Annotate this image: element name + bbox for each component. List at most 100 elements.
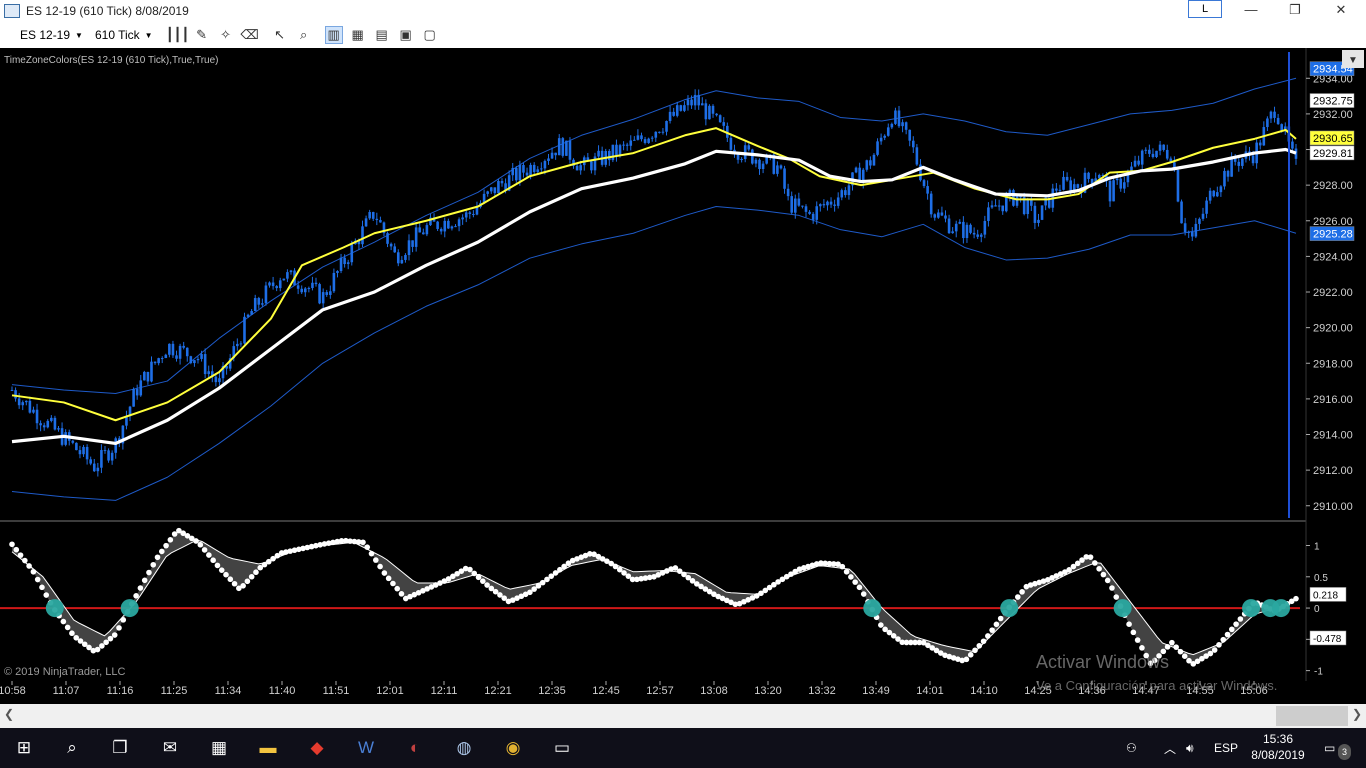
candle-body xyxy=(361,226,364,245)
candle-body xyxy=(182,345,185,348)
candle-body xyxy=(962,221,965,239)
oscillator-dot xyxy=(373,557,379,563)
candle-body xyxy=(700,103,704,106)
language-indicator[interactable]: ESP xyxy=(1214,728,1238,768)
horizontal-scrollbar[interactable]: ❮ ❯ xyxy=(0,704,1366,728)
candle-body xyxy=(915,147,919,165)
chart-trader-icon[interactable]: ▤ xyxy=(373,26,391,44)
store-icon[interactable]: ▦ xyxy=(205,734,233,762)
zoom-icon[interactable]: ⌕ xyxy=(295,26,313,44)
candle-body xyxy=(1015,196,1019,206)
mail-icon[interactable]: ✉ xyxy=(156,734,184,762)
chevron-down-icon: ▼ xyxy=(144,30,153,40)
candle-body xyxy=(14,390,17,399)
candle-body xyxy=(89,459,92,464)
oscillator-dot xyxy=(1109,585,1115,591)
price-chart[interactable]: TimeZoneColors(ES 12-19 (610 Tick),True,… xyxy=(0,48,1366,704)
candle-body xyxy=(464,212,468,218)
oscillator-dot xyxy=(997,615,1004,622)
candle-body xyxy=(554,152,557,156)
indicators-icon[interactable]: ▥ xyxy=(324,26,343,44)
pin-icon[interactable]: ✧ xyxy=(217,26,235,44)
candle-body xyxy=(829,201,833,205)
scrollbar-thumb[interactable] xyxy=(1276,706,1348,726)
layout-button[interactable]: L xyxy=(1188,0,1222,18)
candle-body xyxy=(568,140,572,160)
chevron-down-icon: ▼ xyxy=(1348,55,1358,66)
volume-icon[interactable]: 🔊︎ xyxy=(1186,728,1194,768)
scroll-right-icon[interactable]: ❯ xyxy=(1352,707,1362,721)
zero-cross-marker xyxy=(863,599,882,618)
candle-body xyxy=(368,212,371,219)
scroll-left-icon[interactable]: ❮ xyxy=(4,707,14,721)
oscillator-dot xyxy=(94,646,101,653)
bar-style-icon[interactable]: ┃┃┃ xyxy=(166,26,189,44)
candle-body xyxy=(650,137,654,139)
eraser-icon[interactable]: ⌫ xyxy=(240,26,258,44)
chart-panel[interactable]: TimeZoneColors(ES 12-19 (610 Tick),True,… xyxy=(0,48,1366,704)
candle-body xyxy=(1065,176,1069,181)
price-tick-label: 2922.00 xyxy=(1313,287,1353,299)
minimize-button[interactable]: — xyxy=(1228,0,1274,22)
windows-start-icon[interactable]: ⊞ xyxy=(10,734,38,762)
candle-body xyxy=(400,259,404,264)
candle-body xyxy=(647,138,650,143)
clock[interactable]: 15:36 8/08/2019 xyxy=(1236,731,1320,763)
candle-body xyxy=(883,135,886,138)
word-icon[interactable]: W xyxy=(352,734,380,762)
candle-body xyxy=(393,246,396,253)
candle-body xyxy=(10,389,14,391)
app-stack-icon[interactable]: ▭ xyxy=(548,734,576,762)
notification-icon[interactable]: ▭ xyxy=(1324,728,1335,768)
candle-body xyxy=(729,137,733,150)
oscillator-dot xyxy=(107,635,114,642)
time-tick-label: 14:10 xyxy=(970,685,998,697)
task-view-icon[interactable]: ❐ xyxy=(106,734,134,762)
candle-body xyxy=(39,423,42,426)
pencil-draw-icon[interactable]: ✎ xyxy=(193,26,211,44)
price-marker-label: 2925.28 xyxy=(1313,229,1353,241)
oscillator-dot xyxy=(878,622,884,628)
candle-body xyxy=(793,198,797,213)
paint-icon[interactable]: ◍ xyxy=(450,734,478,762)
ninjatrader-icon[interactable]: ◐ xyxy=(401,734,429,762)
candle-body xyxy=(908,129,912,141)
oscillator-dot xyxy=(120,617,127,623)
oscillator-dot xyxy=(150,561,157,568)
taskbar: ⊞ ⌕ ❐ ✉ ▦ ▬ ◆ W ◐ ◍ ◉ ▭ ⚇ ︿ 🔊︎ ESP 15:36… xyxy=(0,728,1366,768)
search-icon[interactable]: ⌕ xyxy=(58,734,86,762)
interval-selector[interactable]: 610 Tick ▼ xyxy=(95,28,153,42)
candle-body xyxy=(1180,201,1183,224)
snapshot-icon[interactable]: ▣ xyxy=(397,26,415,44)
pdf-reader-icon[interactable]: ◆ xyxy=(303,734,331,762)
close-button[interactable]: ✕ xyxy=(1318,0,1364,22)
candle-body xyxy=(761,163,765,170)
people-icon[interactable]: ⚇ xyxy=(1126,728,1137,768)
interval-label: 610 Tick xyxy=(94,28,140,42)
candle-body xyxy=(844,190,847,196)
tray-chevron-up-icon[interactable]: ︿ xyxy=(1164,728,1176,768)
strategies-icon[interactable]: ▦ xyxy=(349,26,367,44)
chrome-icon[interactable]: ◉ xyxy=(499,734,527,762)
candle-body xyxy=(1187,231,1191,233)
time-tick-label: 11:34 xyxy=(215,685,242,697)
candle-body xyxy=(135,389,139,396)
candle-body xyxy=(85,446,89,460)
oscillator-dot xyxy=(1233,621,1239,627)
candle-body xyxy=(497,180,500,194)
cursor-icon[interactable]: ↖ xyxy=(271,26,289,44)
oscillator-dot xyxy=(1164,644,1171,650)
candle-body xyxy=(218,378,221,383)
candle-body xyxy=(679,105,683,111)
instrument-selector[interactable]: ES 12-19 ▼ xyxy=(20,28,83,42)
oscillator-dot xyxy=(227,576,234,583)
indicator-label: TimeZoneColors(ES 12-19 (610 Tick),True,… xyxy=(4,55,219,66)
oscillator-slow-line xyxy=(11,539,1297,656)
candle-body xyxy=(1115,178,1119,181)
maximize-button[interactable]: ❐ xyxy=(1272,0,1318,22)
candle-body xyxy=(457,219,461,227)
oscillator-dot xyxy=(26,563,32,569)
file-explorer-icon[interactable]: ▬ xyxy=(254,734,282,762)
properties-icon[interactable]: ▢ xyxy=(421,26,439,44)
candle-body xyxy=(543,160,547,169)
